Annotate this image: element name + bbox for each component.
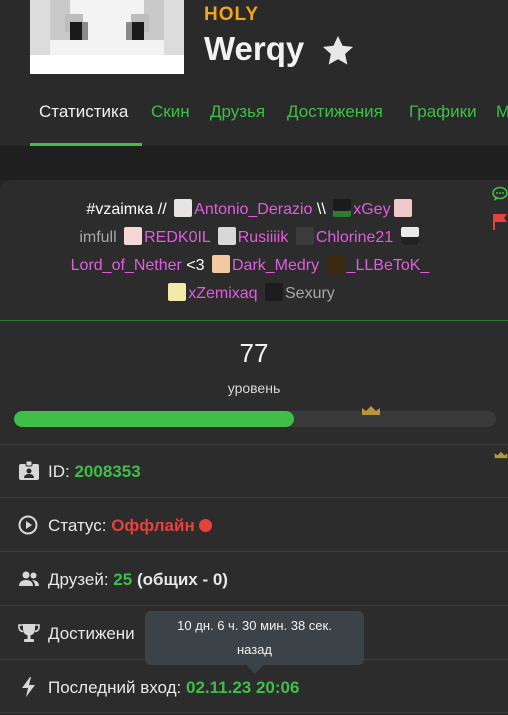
player-link[interactable]: xZemixaq — [188, 285, 257, 302]
row-divider — [0, 551, 508, 552]
achievements-row: Достижени — [18, 623, 135, 644]
last-login-tooltip: 10 дн. 6 ч. 30 мин. 38 сек. назад — [145, 611, 364, 665]
level-value: 77 — [239, 338, 269, 368]
status-row: Статус: Оффлайн — [18, 515, 212, 536]
play-circle-icon — [18, 515, 38, 535]
row-divider — [0, 497, 508, 498]
row-divider — [0, 444, 508, 445]
users-icon — [19, 571, 39, 586]
profile-bio: #vzaimка // Antonio_Derazio \\ xGey imfu… — [10, 196, 490, 308]
tab-statistics[interactable]: Статистика — [39, 102, 128, 122]
id-value: 2008353 — [74, 462, 141, 481]
player-link[interactable]: imfull — [79, 229, 116, 246]
player-head-icon — [217, 227, 236, 245]
player-link[interactable]: Rusiiiik — [238, 229, 289, 246]
achievements-label: Достижени — [48, 624, 135, 643]
player-link[interactable]: Chlorine21 — [316, 229, 393, 246]
tab-charts[interactable]: Графики — [409, 102, 477, 122]
report-flag-icon[interactable] — [492, 213, 508, 231]
player-head-icon — [124, 227, 143, 245]
last-login-row: Последний вход: 02.11.23 20:06 — [18, 677, 299, 698]
tooltip-line2: назад — [236, 642, 273, 657]
chat-icon[interactable] — [492, 186, 508, 202]
id-row: ID: 2008353 — [18, 461, 141, 482]
level-progress-bar — [14, 411, 496, 427]
status-label: Статус: — [48, 516, 107, 535]
player-head-icon — [174, 199, 193, 217]
bio-separator: \\ — [316, 201, 326, 218]
player-link[interactable]: Antonio_Derazio — [194, 201, 312, 218]
avatar — [30, 0, 184, 74]
last-login-value[interactable]: 02.11.23 20:06 — [186, 678, 299, 697]
offline-dot-icon — [198, 519, 212, 532]
player-link[interactable]: Lord_of_Nether — [71, 257, 182, 274]
row-divider — [0, 605, 508, 606]
tooltip-line1: 10 дн. 6 ч. 30 мин. 38 сек. — [177, 618, 332, 633]
player-head-icon — [295, 227, 314, 245]
crown-icon — [494, 451, 508, 459]
crown-icon — [362, 406, 380, 415]
id-card-icon — [19, 461, 39, 480]
bio-prefix: #vzaimка // — [86, 201, 167, 218]
trophy-icon — [18, 624, 40, 642]
player-head-icon — [168, 283, 187, 301]
player-link[interactable]: Sexury — [285, 285, 335, 302]
player-head-icon — [265, 283, 283, 301]
rank-label: HOLY — [204, 4, 260, 25]
profile-tabs: Статистика Скин Друзья Достижения График… — [0, 96, 508, 146]
tab-more[interactable]: М — [496, 102, 508, 122]
friends-count: 25 — [113, 570, 133, 589]
star-icon[interactable] — [318, 32, 358, 70]
player-head-icon — [400, 227, 419, 245]
tab-friends[interactable]: Друзья — [210, 102, 265, 122]
id-label: ID: — [48, 462, 70, 481]
bolt-icon — [22, 677, 35, 697]
friends-common: (общих - 0) — [136, 570, 228, 589]
tooltip-arrow — [246, 665, 264, 674]
tab-skin[interactable]: Скин — [151, 102, 190, 122]
level-progress-fill — [14, 411, 294, 427]
player-link[interactable]: Dark_Medry — [232, 257, 319, 274]
status-value: Оффлайн — [111, 516, 195, 535]
player-link[interactable]: _LLBeToK_ — [347, 257, 430, 274]
bio-heart: <3 — [186, 257, 205, 274]
last-login-label: Последний вход: — [48, 678, 182, 697]
friends-row: Друзей: 25 (общих - 0) — [18, 569, 228, 590]
player-head-icon — [333, 199, 352, 217]
player-head-icon — [326, 255, 345, 273]
section-divider — [0, 320, 508, 321]
friends-label: Друзей: — [48, 570, 109, 589]
player-head-icon — [212, 255, 230, 273]
nickname: Werqy — [204, 30, 305, 67]
player-link[interactable]: REDK0IL — [144, 229, 210, 246]
row-divider — [0, 712, 508, 713]
tab-achievements[interactable]: Достижения — [287, 102, 383, 122]
divider-band — [0, 146, 508, 180]
player-link[interactable]: xGey — [353, 201, 390, 218]
level-label: уровень — [227, 380, 281, 396]
profile-header: HOLY Werqy Статистика Скин Друзья Достиж… — [0, 0, 508, 146]
player-head-icon — [393, 199, 412, 217]
